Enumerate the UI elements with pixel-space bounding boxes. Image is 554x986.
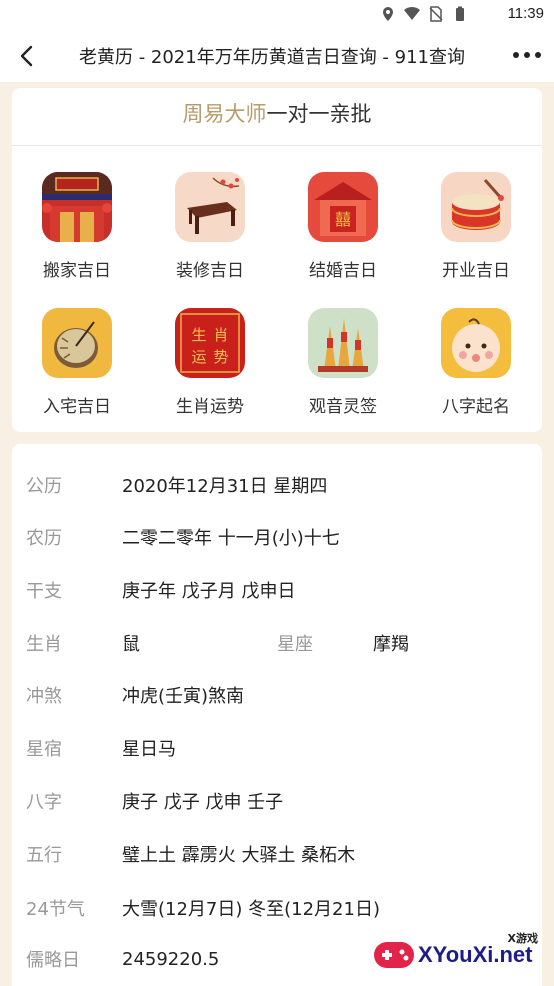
info-key: 干支 (26, 581, 62, 602)
info-value: 2020年12月31日 星期四 (122, 476, 328, 497)
service-moving[interactable]: 搬家吉日 (17, 172, 137, 281)
info-key: 公历 (26, 476, 62, 497)
master-title-accent: 周易大师 (182, 102, 267, 126)
info-key: 五行 (26, 845, 62, 866)
battery-icon (456, 6, 464, 21)
info-key: 生肖 (26, 634, 62, 655)
row-bazi: 八字 庚子 戊子 戊申 壬子 (26, 786, 283, 816)
divider (12, 145, 542, 146)
service-label: 结婚吉日 (309, 261, 377, 281)
info-value: 庚子年 戊子月 戊申日 (122, 581, 296, 602)
gamepad-logo-icon (374, 942, 414, 968)
info-value: 鼠 (122, 634, 140, 655)
service-zodiac[interactable]: 生 肖 运 势 生肖运势 (150, 308, 270, 417)
svg-text:运: 运 (191, 348, 206, 366)
service-label: 生肖运势 (176, 397, 244, 417)
info-value: 星日马 (122, 739, 176, 760)
row-gongli: 公历 2020年12月31日 星期四 (26, 470, 327, 500)
info-value: 2459220.5 (122, 948, 220, 970)
svg-text:肖: 肖 (213, 326, 228, 344)
wifi-icon (404, 6, 420, 21)
info-key: 冲煞 (26, 686, 62, 707)
page-title: 老黄历 - 2021年万年历黄道吉日查询 - 911查询 (78, 47, 466, 68)
info-value: 璧上土 霹雳火 大驿土 桑柘木 (122, 845, 356, 866)
zodiac-fortune-icon: 生 肖 运 势 (175, 308, 245, 378)
moving-house-icon (42, 172, 112, 242)
info-key: 星宿 (26, 739, 62, 760)
row-wuxing: 五行 璧上土 霹雳火 大驿土 桑柘木 (26, 839, 355, 869)
more-icon[interactable] (512, 50, 542, 60)
info-value: 大雪(12月7日) 冬至(12月21日) (122, 899, 380, 920)
drum-icon (441, 172, 511, 242)
row-nongli: 农历 二零二零年 十一月(小)十七 (26, 522, 340, 552)
info-key: 八字 (26, 792, 62, 813)
info-value: 冲虎(壬寅)煞南 (122, 686, 245, 707)
service-move-in[interactable]: 入宅吉日 (17, 308, 137, 417)
service-opening[interactable]: 开业吉日 (416, 172, 536, 281)
location-icon (383, 7, 393, 21)
service-label: 八字起名 (442, 397, 510, 417)
master-title-rest: 一对一亲批 (266, 102, 372, 126)
service-guanyin[interactable]: 观音灵签 (283, 308, 403, 417)
renovation-table-icon (175, 172, 245, 242)
svg-text:势: 势 (213, 348, 228, 366)
no-sim-icon (429, 6, 443, 22)
service-label: 观音灵签 (309, 397, 377, 417)
master-services-card: 周易大师一对一亲批 搬家吉日 装修吉日 囍 结婚吉日 开业吉日 入宅吉日 生 肖… (12, 88, 542, 432)
baby-icon (441, 308, 511, 378)
row-ganzhi: 干支 庚子年 戊子月 戊申日 (26, 575, 295, 605)
service-label: 入宅吉日 (43, 397, 111, 417)
status-time: 11:39 (507, 5, 544, 22)
service-label: 装修吉日 (176, 261, 244, 281)
svg-text:囍: 囍 (335, 210, 351, 229)
info-value-xingzuo: 摩羯 (373, 634, 409, 655)
info-key-xingzuo: 星座 (277, 634, 313, 655)
row-xingxiu: 星宿 星日马 (26, 733, 176, 763)
wedding-icon: 囍 (308, 172, 378, 242)
master-card-title[interactable]: 周易大师一对一亲批 (12, 98, 542, 128)
watermark: X游戏 XYouXi.net (372, 928, 542, 980)
info-value: 二零二零年 十一月(小)十七 (122, 528, 340, 549)
row-shengxiao: 生肖 鼠 星座 摩羯 (26, 628, 409, 658)
service-wedding[interactable]: 囍 结婚吉日 (283, 172, 403, 281)
row-chongsha: 冲煞 冲虎(壬寅)煞南 (26, 680, 244, 710)
info-key: 儒略日 (26, 950, 80, 971)
row-jieqi: 24节气 大雪(12月7日) 冬至(12月21日) (26, 893, 380, 923)
fortune-sticks-icon (308, 308, 378, 378)
app-header: 老黄历 - 2021年万年历黄道吉日查询 - 911查询 (0, 30, 554, 82)
row-rulueri: 儒略日 2459220.5 (26, 944, 219, 974)
info-value: 庚子 戊子 戊申 壬子 (122, 792, 284, 813)
status-bar: 11:39 (0, 0, 554, 30)
service-label: 开业吉日 (442, 261, 510, 281)
info-key: 24节气 (26, 899, 85, 920)
service-renovation[interactable]: 装修吉日 (150, 172, 270, 281)
svg-text:生: 生 (191, 326, 206, 344)
service-naming[interactable]: 八字起名 (416, 308, 536, 417)
sundial-icon (42, 308, 112, 378)
info-key: 农历 (26, 528, 62, 549)
watermark-text: XYouXi.net (418, 942, 533, 967)
almanac-info-card: 公历 2020年12月31日 星期四 农历 二零二零年 十一月(小)十七 干支 … (12, 444, 542, 986)
service-label: 搬家吉日 (43, 261, 111, 281)
back-arrow-icon[interactable] (16, 44, 38, 68)
